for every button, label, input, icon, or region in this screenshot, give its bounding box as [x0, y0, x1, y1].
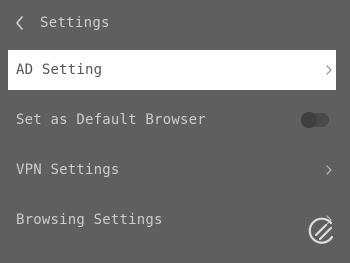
settings-item-default-browser[interactable]: Set as Default Browser [8, 100, 336, 140]
toggle-knob [301, 112, 317, 128]
page-title: Settings [40, 15, 110, 31]
brand-logo-icon [308, 217, 334, 244]
default-browser-toggle[interactable] [301, 112, 329, 128]
settings-item-ad-setting[interactable]: AD Setting [8, 50, 336, 90]
chevron-right-icon [326, 165, 332, 175]
back-chevron-icon[interactable] [15, 15, 25, 31]
settings-header: Settings [0, 0, 350, 46]
settings-item-label: Browsing Settings [16, 212, 163, 228]
settings-item-label: VPN Settings [16, 162, 120, 178]
settings-item-browsing-settings[interactable]: Browsing Settings [8, 200, 336, 240]
settings-item-vpn-settings[interactable]: VPN Settings [8, 150, 336, 190]
chevron-right-icon [326, 65, 332, 75]
settings-item-label: Set as Default Browser [16, 112, 206, 128]
settings-item-label: AD Setting [16, 62, 103, 78]
